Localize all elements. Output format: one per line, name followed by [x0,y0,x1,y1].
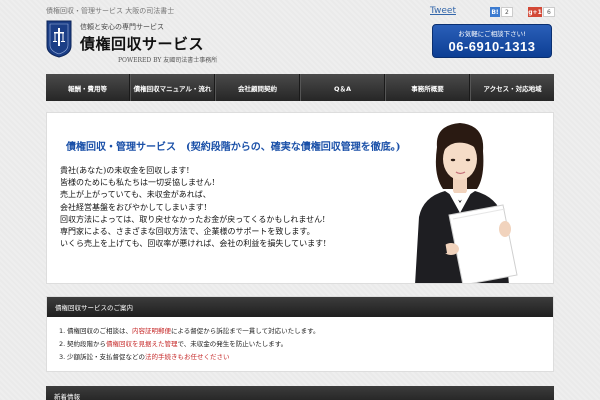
site-description: 債権回収・管理サービス 大阪の司法書士 [46,7,175,15]
phone-number: 06-6910-1313 [448,39,536,54]
phone-contact-box[interactable]: お気軽にご相談下さい! 06-6910-1313 [432,24,552,58]
hero-line: 専門家による、さまざまな回収方法で、企業様のサポートを致します。 [60,227,315,237]
hero-line: 皆様のためにも私たちは一切妥協しません! [60,178,215,188]
list-item: 1. 債権回収のご相談は、内容証明郵便による督促から訴訟まで一貫して対応いたします… [59,327,320,335]
hero-banner: 債権回収・管理サービス (契約段階からの、確実な債権回収管理を徹底。) 貴社(あ… [46,112,554,284]
google-plus-count: 6 [543,7,555,17]
site-logo[interactable]: 信頼と安心の専門サービス 債権回収サービス POWERED BY 友國司法書士事… [46,20,217,64]
bookmark-icon: B! [490,7,500,17]
hero-line: 売上が上がっていても、未収金があれば、 [60,190,211,200]
list-item: 3. 少額訴訟・支払督促などの法的手続きもお任せください [59,353,230,361]
info-panel: 債権回収サービスのご案内 1. 債権回収のご相談は、内容証明郵便による督促から訴訟… [46,296,554,372]
google-plus-icon: g+1 [528,7,542,17]
hero-title: 債権回収・管理サービス (契約段階からの、確実な債権回収管理を徹底。) [66,142,401,153]
shield-emblem-icon [46,20,72,58]
hero-line: 貴社(あなた)の未収金を回収します! [60,166,190,175]
highlight-link[interactable]: 債権回収を見据えた管理 [106,340,178,348]
hero-line: いくら売上を上げても、回収率が悪ければ、会社の利益を損失しています! [60,239,327,249]
contact-label: お気軽にご相談下さい! [458,30,526,38]
nav-item-access[interactable]: アクセス・対応地域 [470,74,554,101]
list-item: 2. 契約段階から債権回収を見据えた管理で、未収金の発生を防止いたします。 [59,340,288,348]
info-list: 1. 債権回収のご相談は、内容証明郵便による督促から訴訟まで一貫して対応いたします… [47,317,553,364]
main-nav: 報酬・費用等 債権回収マニュアル・流れ 会社顧問契約 Q＆A 事務所概要 アクセ… [46,74,554,101]
nav-item-qa[interactable]: Q＆A [300,74,385,101]
hero-line: 回収方法によっては、取り戻せなかったお金が戻ってくるかもしれません! [60,214,326,224]
bookmark-share[interactable]: B! 2 [490,7,513,17]
nav-item-office[interactable]: 事務所概要 [385,74,470,101]
highlight-link[interactable]: 内容証明郵便 [132,327,171,335]
tweet-link[interactable]: Tweet [430,6,456,16]
nav-item-manual[interactable]: 債権回収マニュアル・流れ [130,74,215,101]
tagline: 信頼と安心の専門サービス [80,23,164,31]
hero-line: 会社経営基盤をおびやかしてしまいます! [60,202,207,212]
powered-by: POWERED BY 友國司法書士事務所 [118,57,218,64]
brand-name: 債権回収サービス [80,35,205,53]
highlight-link[interactable]: 法的手続きもお任せください [145,353,230,361]
nav-item-fees[interactable]: 報酬・費用等 [46,74,130,101]
bookmark-count: 2 [501,7,513,17]
news-panel-heading: 新着情報 [46,386,554,400]
nav-item-advisory[interactable]: 会社顧問契約 [215,74,300,101]
google-plus-share[interactable]: g+1 6 [528,7,555,17]
businesswoman-photo [385,117,535,283]
panel-heading: 債権回収サービスのご案内 [47,297,553,317]
hero-copy: 貴社(あなた)の未収金を回収します! 皆様のためにも私たちは一切妥協しません! … [60,165,326,250]
